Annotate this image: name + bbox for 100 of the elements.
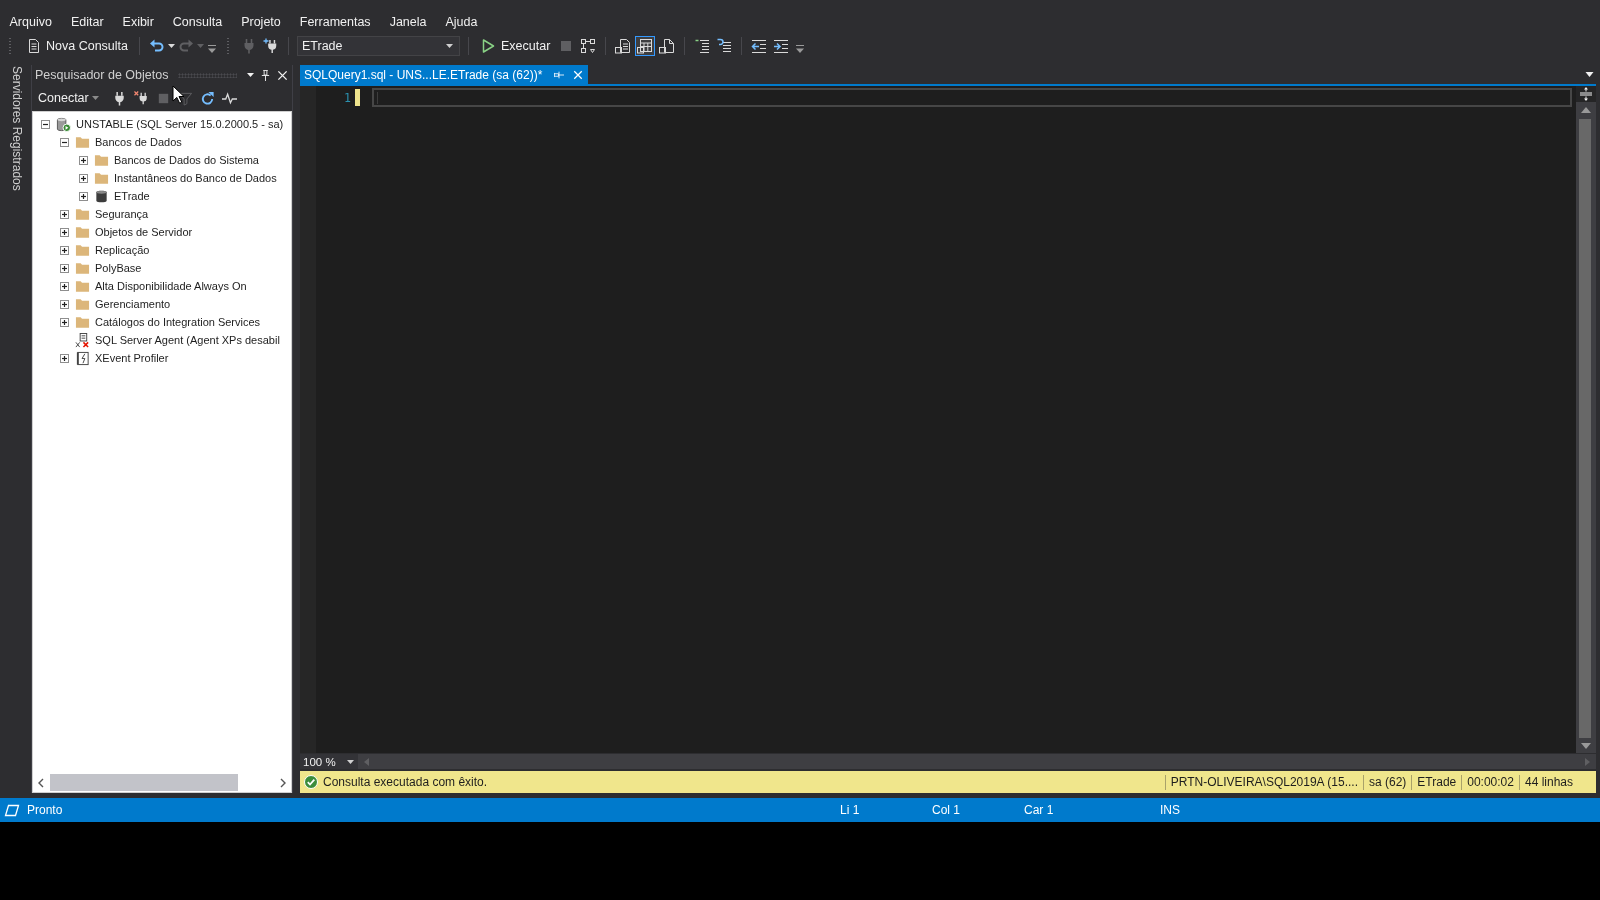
indent-icon[interactable] [773,38,790,54]
undo-icon[interactable] [149,38,165,54]
code-editor[interactable]: 1 [300,86,1596,753]
caret-icon[interactable] [1585,72,1594,77]
tree-item[interactable]: Catálogos do Integration Services [94,316,262,328]
tree-item[interactable]: Bancos de Dados [94,136,183,148]
message-text: Consulta executada com êxito. [323,775,488,789]
folder-icon [75,206,90,222]
tree-item[interactable]: XEvent Profiler [94,352,170,364]
menu-item[interactable]: Consulta [163,11,232,33]
event-document-icon [75,350,90,366]
success-check-icon [304,775,318,789]
zoom-dropdown[interactable]: 100 % [300,754,358,769]
connection-field: PRTN-OLIVEIRA\SQL2019A (15.... [1164,774,1363,790]
tree-item[interactable]: Instantâneos do Banco de Dados [113,172,278,184]
folder-icon [75,134,90,150]
line-number: 1 [344,90,351,105]
new-query-button[interactable]: Nova Consulta [20,35,133,57]
menu-item[interactable]: Projeto [231,11,291,33]
split-button[interactable] [1576,86,1596,102]
status-field: INS [1160,803,1600,817]
tree-toggle-icon[interactable] [60,317,69,327]
scroll-down-icon[interactable] [1581,743,1591,749]
connect-button[interactable]: Conectar [36,88,101,108]
folder-icon [75,278,90,294]
tree-toggle-icon[interactable] [60,281,69,291]
folder-icon [75,296,90,312]
scroll-left-icon[interactable] [38,777,44,788]
tree-item[interactable]: PolyBase [94,262,143,274]
folder-icon [75,314,90,330]
uncomment-lines-icon[interactable] [716,38,733,54]
tree-toggle-icon[interactable] [60,353,69,363]
split-handle-icon [1579,87,1593,101]
agent-error-icon [75,332,90,348]
connection-field: 00:00:02 [1461,774,1519,790]
outdent-icon[interactable] [751,38,768,54]
tree-toggle-icon[interactable] [60,263,69,273]
tree-item[interactable]: Segurança [94,208,150,220]
caret-icon[interactable] [247,73,254,77]
scroll-right-icon[interactable] [280,777,286,788]
comment-lines-icon[interactable] [694,38,711,54]
more-options-icon[interactable] [796,44,805,54]
caret-icon [91,96,99,100]
connection-field: 44 linhas [1518,774,1578,790]
status-text: Pronto [27,803,64,817]
status-field: Li 1 [840,803,932,817]
scrollbar-thumb[interactable] [1579,119,1591,738]
menu-item[interactable]: Janela [380,11,436,33]
results-grid-button[interactable] [635,36,656,56]
caret-icon [347,759,354,764]
tree-item[interactable]: Replicação [94,244,151,256]
scroll-up-icon[interactable] [1581,107,1591,113]
menu-item[interactable]: Arquivo [0,11,62,33]
caret-icon[interactable] [168,44,175,48]
status-field: Car 1 [1024,803,1160,817]
tree-toggle-icon[interactable] [79,173,88,183]
menu-item[interactable]: Exibir [113,11,164,33]
tree-toggle-icon[interactable] [79,155,88,165]
status-field: Col 1 [932,803,1024,817]
tree-toggle-icon[interactable] [60,299,69,309]
menu-item[interactable]: Editar [61,11,114,33]
menu-item[interactable]: Ajuda [435,11,487,33]
grid-table-icon [637,38,654,54]
tree-item[interactable]: SQL Server Agent (Agent XPs desabil [94,334,281,346]
caret-icon [446,44,453,48]
tree-toggle-icon[interactable] [79,191,88,201]
tree-toggle-icon[interactable] [60,245,69,255]
tree-toggle-icon[interactable] [60,137,69,147]
drag-handle[interactable] [178,72,237,78]
plug-sparkle-icon[interactable] [263,38,279,54]
side-tab[interactable]: Servidores Registrados [8,65,26,192]
drag-handle[interactable] [8,37,12,55]
server-icon [56,116,71,132]
execute-button[interactable]: Executar [475,35,556,57]
tree-toggle-icon[interactable] [60,209,69,219]
refresh-icon[interactable] [199,90,215,106]
scrollbar-thumb[interactable] [50,774,238,791]
connection-field: ETrade [1411,774,1462,790]
tree-item[interactable]: ETrade [113,190,151,202]
folder-icon [75,260,90,276]
tree-toggle-icon[interactable] [60,227,69,237]
tree-item[interactable]: Objetos de Servidor [94,226,194,238]
tree-toggle-icon[interactable] [41,119,50,129]
connection-field: sa (62) [1362,774,1412,790]
flowchart-icon[interactable] [580,38,597,54]
pin-icon[interactable] [260,69,271,81]
disconnect-icon[interactable] [133,90,149,106]
play-icon [480,38,496,54]
close-icon[interactable] [277,69,288,81]
tree-item[interactable]: Alta Disponibilidade Always On [94,280,248,292]
more-options-icon[interactable] [208,44,216,54]
database-dropdown[interactable]: ETrade [297,36,460,56]
tree-item[interactable]: Gerenciamento [94,298,172,310]
tree-item[interactable]: Bancos de Dados do Sistema [113,154,260,166]
menu-item[interactable]: Ferramentas [290,11,381,33]
pulse-icon[interactable] [221,90,237,106]
database-icon [94,188,109,204]
folder-icon [75,224,90,240]
drag-handle[interactable] [226,37,230,55]
tree-item[interactable]: UNSTABLE (SQL Server 15.0.2000.5 - sa) [75,118,285,130]
